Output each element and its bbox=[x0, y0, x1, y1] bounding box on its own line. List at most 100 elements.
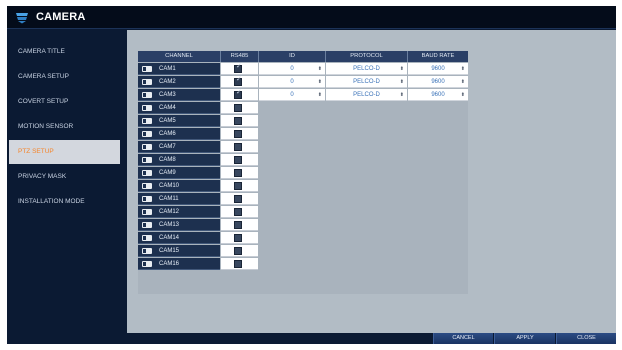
channel-label: CAM14 bbox=[159, 235, 180, 241]
baud-rate-select bbox=[408, 193, 468, 205]
camera-settings-window: CAMERA CAMERA TITLE CAMERA SETUP COVERT SE… bbox=[7, 6, 616, 344]
column-header-baud-rate: BAUD RATE bbox=[408, 51, 468, 62]
rs485-checkbox[interactable] bbox=[234, 247, 242, 255]
checkmark-icon: ✓ bbox=[236, 63, 242, 70]
protocol-select[interactable]: PELCO-D ⬍ bbox=[326, 76, 407, 88]
spin-arrows-icon[interactable]: ⬍ bbox=[318, 76, 322, 88]
sidebar-item[interactable]: CAMERA SETUP bbox=[7, 65, 122, 89]
rs485-checkbox[interactable]: ✓ bbox=[234, 76, 242, 86]
cancel-button[interactable]: CANCEL bbox=[433, 333, 493, 344]
id-spinbox[interactable]: 0 ⬍ bbox=[259, 76, 325, 88]
close-button[interactable]: CLOSE bbox=[556, 333, 616, 344]
rs485-checkbox[interactable] bbox=[234, 260, 242, 268]
id-spinbox bbox=[259, 154, 325, 166]
channel-label: CAM1 bbox=[159, 66, 176, 72]
table-row: CAM7 bbox=[138, 141, 468, 154]
protocol-value: PELCO-D bbox=[353, 66, 380, 72]
column-header-rs485: RS485 bbox=[221, 51, 259, 62]
protocol-select bbox=[326, 141, 407, 153]
protocol-select bbox=[326, 258, 407, 270]
rs485-cell bbox=[221, 219, 258, 231]
rs485-cell bbox=[221, 232, 258, 244]
table-row: CAM10 bbox=[138, 180, 468, 193]
baud-rate-select bbox=[408, 245, 468, 257]
camera-channel-icon bbox=[142, 79, 152, 85]
baud-rate-value: 9600 bbox=[431, 66, 445, 72]
table-row: CAM5 bbox=[138, 115, 468, 128]
rs485-checkbox[interactable]: ✓ bbox=[234, 89, 242, 99]
spin-arrows-icon[interactable]: ⬍ bbox=[461, 63, 465, 75]
rs485-checkbox[interactable] bbox=[234, 143, 242, 151]
camera-channel-icon bbox=[142, 92, 152, 98]
table-row: CAM13 bbox=[138, 219, 468, 232]
table-row: CAM2 ✓ 0 ⬍ PELCO-D ⬍ 9600 ⬍ bbox=[138, 76, 468, 89]
protocol-value: PELCO-D bbox=[353, 92, 380, 98]
rs485-checkbox[interactable] bbox=[234, 234, 242, 242]
camera-channel-icon bbox=[142, 209, 152, 215]
sidebar-item[interactable]: COVERT SETUP bbox=[7, 90, 122, 114]
protocol-select bbox=[326, 232, 407, 244]
id-value: 0 bbox=[290, 79, 294, 85]
rs485-checkbox[interactable] bbox=[234, 169, 242, 177]
rs485-checkbox[interactable] bbox=[234, 156, 242, 164]
channel-cell: CAM15 bbox=[138, 245, 220, 257]
channel-cell: CAM8 bbox=[138, 154, 220, 166]
ptz-setup-panel: CHANNEL RS485 ID PROTOCOL BAUD RATE CAM1… bbox=[127, 30, 616, 333]
protocol-select bbox=[326, 245, 407, 257]
sidebar-item[interactable]: PTZ SETUP bbox=[9, 140, 120, 164]
spin-arrows-icon[interactable]: ⬍ bbox=[318, 89, 322, 101]
rs485-checkbox[interactable] bbox=[234, 104, 242, 112]
protocol-select[interactable]: PELCO-D ⬍ bbox=[326, 89, 407, 101]
id-spinbox[interactable]: 0 ⬍ bbox=[259, 63, 325, 75]
protocol-select[interactable]: PELCO-D ⬍ bbox=[326, 63, 407, 75]
baud-rate-select bbox=[408, 141, 468, 153]
spin-arrows-icon[interactable]: ⬍ bbox=[400, 63, 404, 75]
rs485-cell bbox=[221, 245, 258, 257]
id-spinbox bbox=[259, 258, 325, 270]
id-spinbox bbox=[259, 167, 325, 179]
rs485-checkbox[interactable]: ✓ bbox=[234, 63, 242, 73]
camera-channel-icon bbox=[142, 222, 152, 228]
rs485-checkbox[interactable] bbox=[234, 195, 242, 203]
channel-label: CAM3 bbox=[159, 92, 176, 98]
sidebar-item[interactable]: CAMERA TITLE bbox=[7, 40, 122, 64]
apply-button[interactable]: APPLY bbox=[494, 333, 555, 344]
spin-arrows-icon[interactable]: ⬍ bbox=[461, 76, 465, 88]
rs485-checkbox[interactable] bbox=[234, 182, 242, 190]
rs485-cell bbox=[221, 180, 258, 192]
camera-logo-icon bbox=[16, 13, 28, 24]
sidebar-item[interactable]: INSTALLATION MODE bbox=[7, 190, 122, 214]
baud-rate-select bbox=[408, 206, 468, 218]
id-spinbox bbox=[259, 206, 325, 218]
rs485-cell: ✓ bbox=[221, 76, 258, 88]
spin-arrows-icon[interactable]: ⬍ bbox=[400, 76, 404, 88]
protocol-select bbox=[326, 206, 407, 218]
sidebar-item[interactable]: MOTION SENSOR bbox=[7, 115, 122, 139]
channel-cell: CAM3 bbox=[138, 89, 220, 101]
column-header-channel: CHANNEL bbox=[138, 51, 221, 62]
id-spinbox[interactable]: 0 ⬍ bbox=[259, 89, 325, 101]
rs485-checkbox[interactable] bbox=[234, 117, 242, 125]
channel-cell: CAM14 bbox=[138, 232, 220, 244]
channel-label: CAM2 bbox=[159, 79, 176, 85]
rs485-checkbox[interactable] bbox=[234, 221, 242, 229]
baud-rate-select[interactable]: 9600 ⬍ bbox=[408, 63, 468, 75]
sidebar-item[interactable]: PRIVACY MASK bbox=[7, 165, 122, 189]
rs485-checkbox[interactable] bbox=[234, 208, 242, 216]
id-spinbox bbox=[259, 232, 325, 244]
baud-rate-value: 9600 bbox=[431, 79, 445, 85]
spin-arrows-icon[interactable]: ⬍ bbox=[461, 89, 465, 101]
id-spinbox bbox=[259, 141, 325, 153]
camera-channel-icon bbox=[142, 248, 152, 254]
baud-rate-select[interactable]: 9600 ⬍ bbox=[408, 89, 468, 101]
channel-cell: CAM2 bbox=[138, 76, 220, 88]
sidebar-menu: CAMERA TITLE CAMERA SETUP COVERT SETUP MOTI… bbox=[7, 30, 125, 344]
protocol-select bbox=[326, 154, 407, 166]
baud-rate-select bbox=[408, 180, 468, 192]
baud-rate-select[interactable]: 9600 ⬍ bbox=[408, 76, 468, 88]
rs485-checkbox[interactable] bbox=[234, 130, 242, 138]
channel-cell: CAM6 bbox=[138, 128, 220, 140]
spin-arrows-icon[interactable]: ⬍ bbox=[400, 89, 404, 101]
spin-arrows-icon[interactable]: ⬍ bbox=[318, 63, 322, 75]
baud-rate-select bbox=[408, 115, 468, 127]
